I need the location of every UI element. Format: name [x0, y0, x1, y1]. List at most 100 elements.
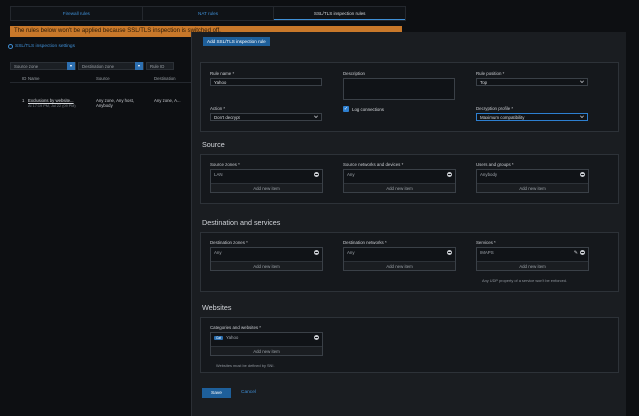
remove-icon[interactable]: [314, 172, 319, 177]
header-id: ID: [22, 75, 27, 81]
list-item: Anybody: [477, 170, 588, 179]
remove-icon[interactable]: [314, 250, 319, 255]
header-source: Source: [96, 75, 110, 81]
service-value: IMAPS: [480, 250, 494, 255]
add-source-zone-button[interactable]: Add new item: [211, 183, 322, 192]
row-source-cell: Any zone, Any host, Anybody: [96, 98, 154, 108]
destination-zones-label: Destination zones *: [210, 240, 248, 245]
list-item: Cat Yahoo: [211, 333, 322, 342]
destination-zone-value: Any: [214, 250, 222, 255]
services-list: IMAPS ✎ Add new item: [476, 247, 589, 271]
destination-zone-filter-label: Destination zone: [82, 63, 115, 69]
add-rule-panel: Add SSL/TLS inspection rule Rule name * …: [191, 32, 626, 416]
source-section-title: Source: [202, 140, 225, 149]
rule-tabs: Firewall rules NAT rules SSL/TLS inspect…: [10, 6, 406, 21]
row-id: 1: [22, 98, 25, 103]
decryption-profile-value: Maximum compatibility: [480, 114, 525, 120]
chevron-down-icon: [314, 114, 318, 118]
source-section: Source zones * LAN Add new item Source n…: [200, 154, 619, 204]
website-value: Yahoo: [225, 335, 239, 340]
category-tag: Cat: [214, 335, 223, 340]
websites-list: Cat Yahoo Add new item: [210, 332, 323, 356]
users-groups-list: Anybody Add new item: [476, 169, 589, 193]
users-groups-label: Users and groups *: [476, 162, 514, 167]
websites-section-title: Websites: [202, 303, 232, 312]
row-name-cell: Exclusions by website... At 17:19 PM, Ju…: [28, 98, 96, 108]
list-item: LAN: [211, 170, 322, 179]
gear-icon: [8, 44, 13, 49]
add-service-button[interactable]: Add new item: [477, 261, 588, 270]
rule-position-label: Rule position *: [476, 71, 505, 76]
source-zone-value: LAN: [214, 172, 223, 177]
rule-name-input[interactable]: Yahoo: [210, 78, 322, 86]
general-section: Rule name * Yahoo Description Rule posit…: [200, 62, 619, 132]
tab-ssl-tls-inspection-rules[interactable]: SSL/TLS inspection rules: [274, 7, 406, 20]
action-select[interactable]: Don't decrypt: [210, 113, 322, 121]
decryption-profile-select[interactable]: Maximum compatibility: [476, 113, 588, 121]
save-button[interactable]: Save: [202, 388, 231, 398]
source-network-value: Any: [347, 172, 355, 177]
add-website-button[interactable]: Add new item: [211, 346, 322, 355]
row-source-line-2: Anybody: [96, 103, 113, 108]
pencil-icon[interactable]: ✎: [574, 250, 578, 256]
rules-table: ID Name Source Destination 1 Exclusions …: [10, 74, 200, 108]
description-label: Description: [343, 71, 365, 76]
service-actions: ✎: [574, 250, 585, 256]
rule-name-value: Yahoo: [214, 79, 227, 85]
source-zone-filter-label: Source zone: [14, 63, 39, 69]
row-name-link[interactable]: Exclusions by website...: [28, 98, 96, 103]
users-groups-value: Anybody: [480, 172, 498, 177]
ssl-settings-label: SSL/TLS inspection settings: [15, 44, 75, 49]
chevron-down-icon: ▼: [67, 62, 75, 70]
table-header: ID Name Source Destination: [10, 74, 200, 83]
log-connections-checkbox[interactable]: ✓ Log connections: [343, 106, 384, 112]
source-networks-label: Source networks and devices *: [343, 162, 404, 167]
rule-id-filter[interactable]: Rule ID: [146, 62, 174, 70]
rule-position-value: Top: [480, 79, 488, 85]
chevron-down-icon: ▼: [135, 62, 143, 70]
remove-icon[interactable]: [580, 172, 585, 177]
row-subtitle: At 17:19 PM, Jul 22 (09 PM): [28, 104, 76, 108]
source-zones-list: LAN Add new item: [210, 169, 323, 193]
cancel-button[interactable]: Cancel: [241, 390, 256, 395]
source-zone-filter[interactable]: Source zone ▼: [10, 62, 76, 70]
destination-network-value: Any: [347, 250, 355, 255]
filter-bar: Source zone ▼ Destination zone ▼ Rule ID: [10, 62, 174, 70]
destination-section-title: Destination and services: [202, 218, 281, 227]
add-user-group-button[interactable]: Add new item: [477, 183, 588, 192]
rule-name-label: Rule name *: [210, 71, 235, 76]
list-item: Any: [344, 248, 455, 257]
tab-firewall-rules[interactable]: Firewall rules: [11, 7, 143, 20]
decryption-profile-label: Decryption profile *: [476, 106, 514, 111]
action-label: Action *: [210, 106, 226, 111]
destination-zone-filter[interactable]: Destination zone ▼: [78, 62, 144, 70]
check-icon: ✓: [343, 106, 349, 112]
tab-nat-rules[interactable]: NAT rules: [143, 7, 275, 20]
add-destination-zone-button[interactable]: Add new item: [211, 261, 322, 270]
log-connections-label: Log connections: [352, 106, 384, 112]
categories-websites-label: Categories and websites *: [210, 325, 262, 330]
remove-icon[interactable]: [447, 250, 452, 255]
destination-networks-label: Destination networks *: [343, 240, 387, 245]
rule-id-filter-label: Rule ID: [150, 63, 165, 69]
chevron-down-icon: [580, 114, 584, 118]
table-row[interactable]: 1 Exclusions by website... At 17:19 PM, …: [10, 83, 200, 108]
destination-zones-list: Any Add new item: [210, 247, 323, 271]
description-textarea[interactable]: [343, 78, 455, 100]
add-destination-network-button[interactable]: Add new item: [344, 261, 455, 270]
services-hint: Any UDP property of a service won't be e…: [482, 278, 568, 283]
source-networks-list: Any Add new item: [343, 169, 456, 193]
destination-section: Destination zones * Any Add new item Des…: [200, 232, 619, 292]
header-name: Name: [28, 75, 40, 81]
list-item: IMAPS ✎: [477, 248, 588, 257]
remove-icon[interactable]: [580, 250, 585, 255]
source-zones-label: Source zones *: [210, 162, 240, 167]
ssl-settings-link[interactable]: SSL/TLS inspection settings: [8, 44, 75, 49]
remove-icon[interactable]: [447, 172, 452, 177]
rule-position-select[interactable]: Top: [476, 78, 588, 86]
add-source-network-button[interactable]: Add new item: [344, 183, 455, 192]
services-label: Services *: [476, 240, 496, 245]
panel-title: Add SSL/TLS inspection rule: [203, 37, 270, 46]
remove-icon[interactable]: [314, 335, 319, 340]
list-item: Any: [211, 248, 322, 257]
